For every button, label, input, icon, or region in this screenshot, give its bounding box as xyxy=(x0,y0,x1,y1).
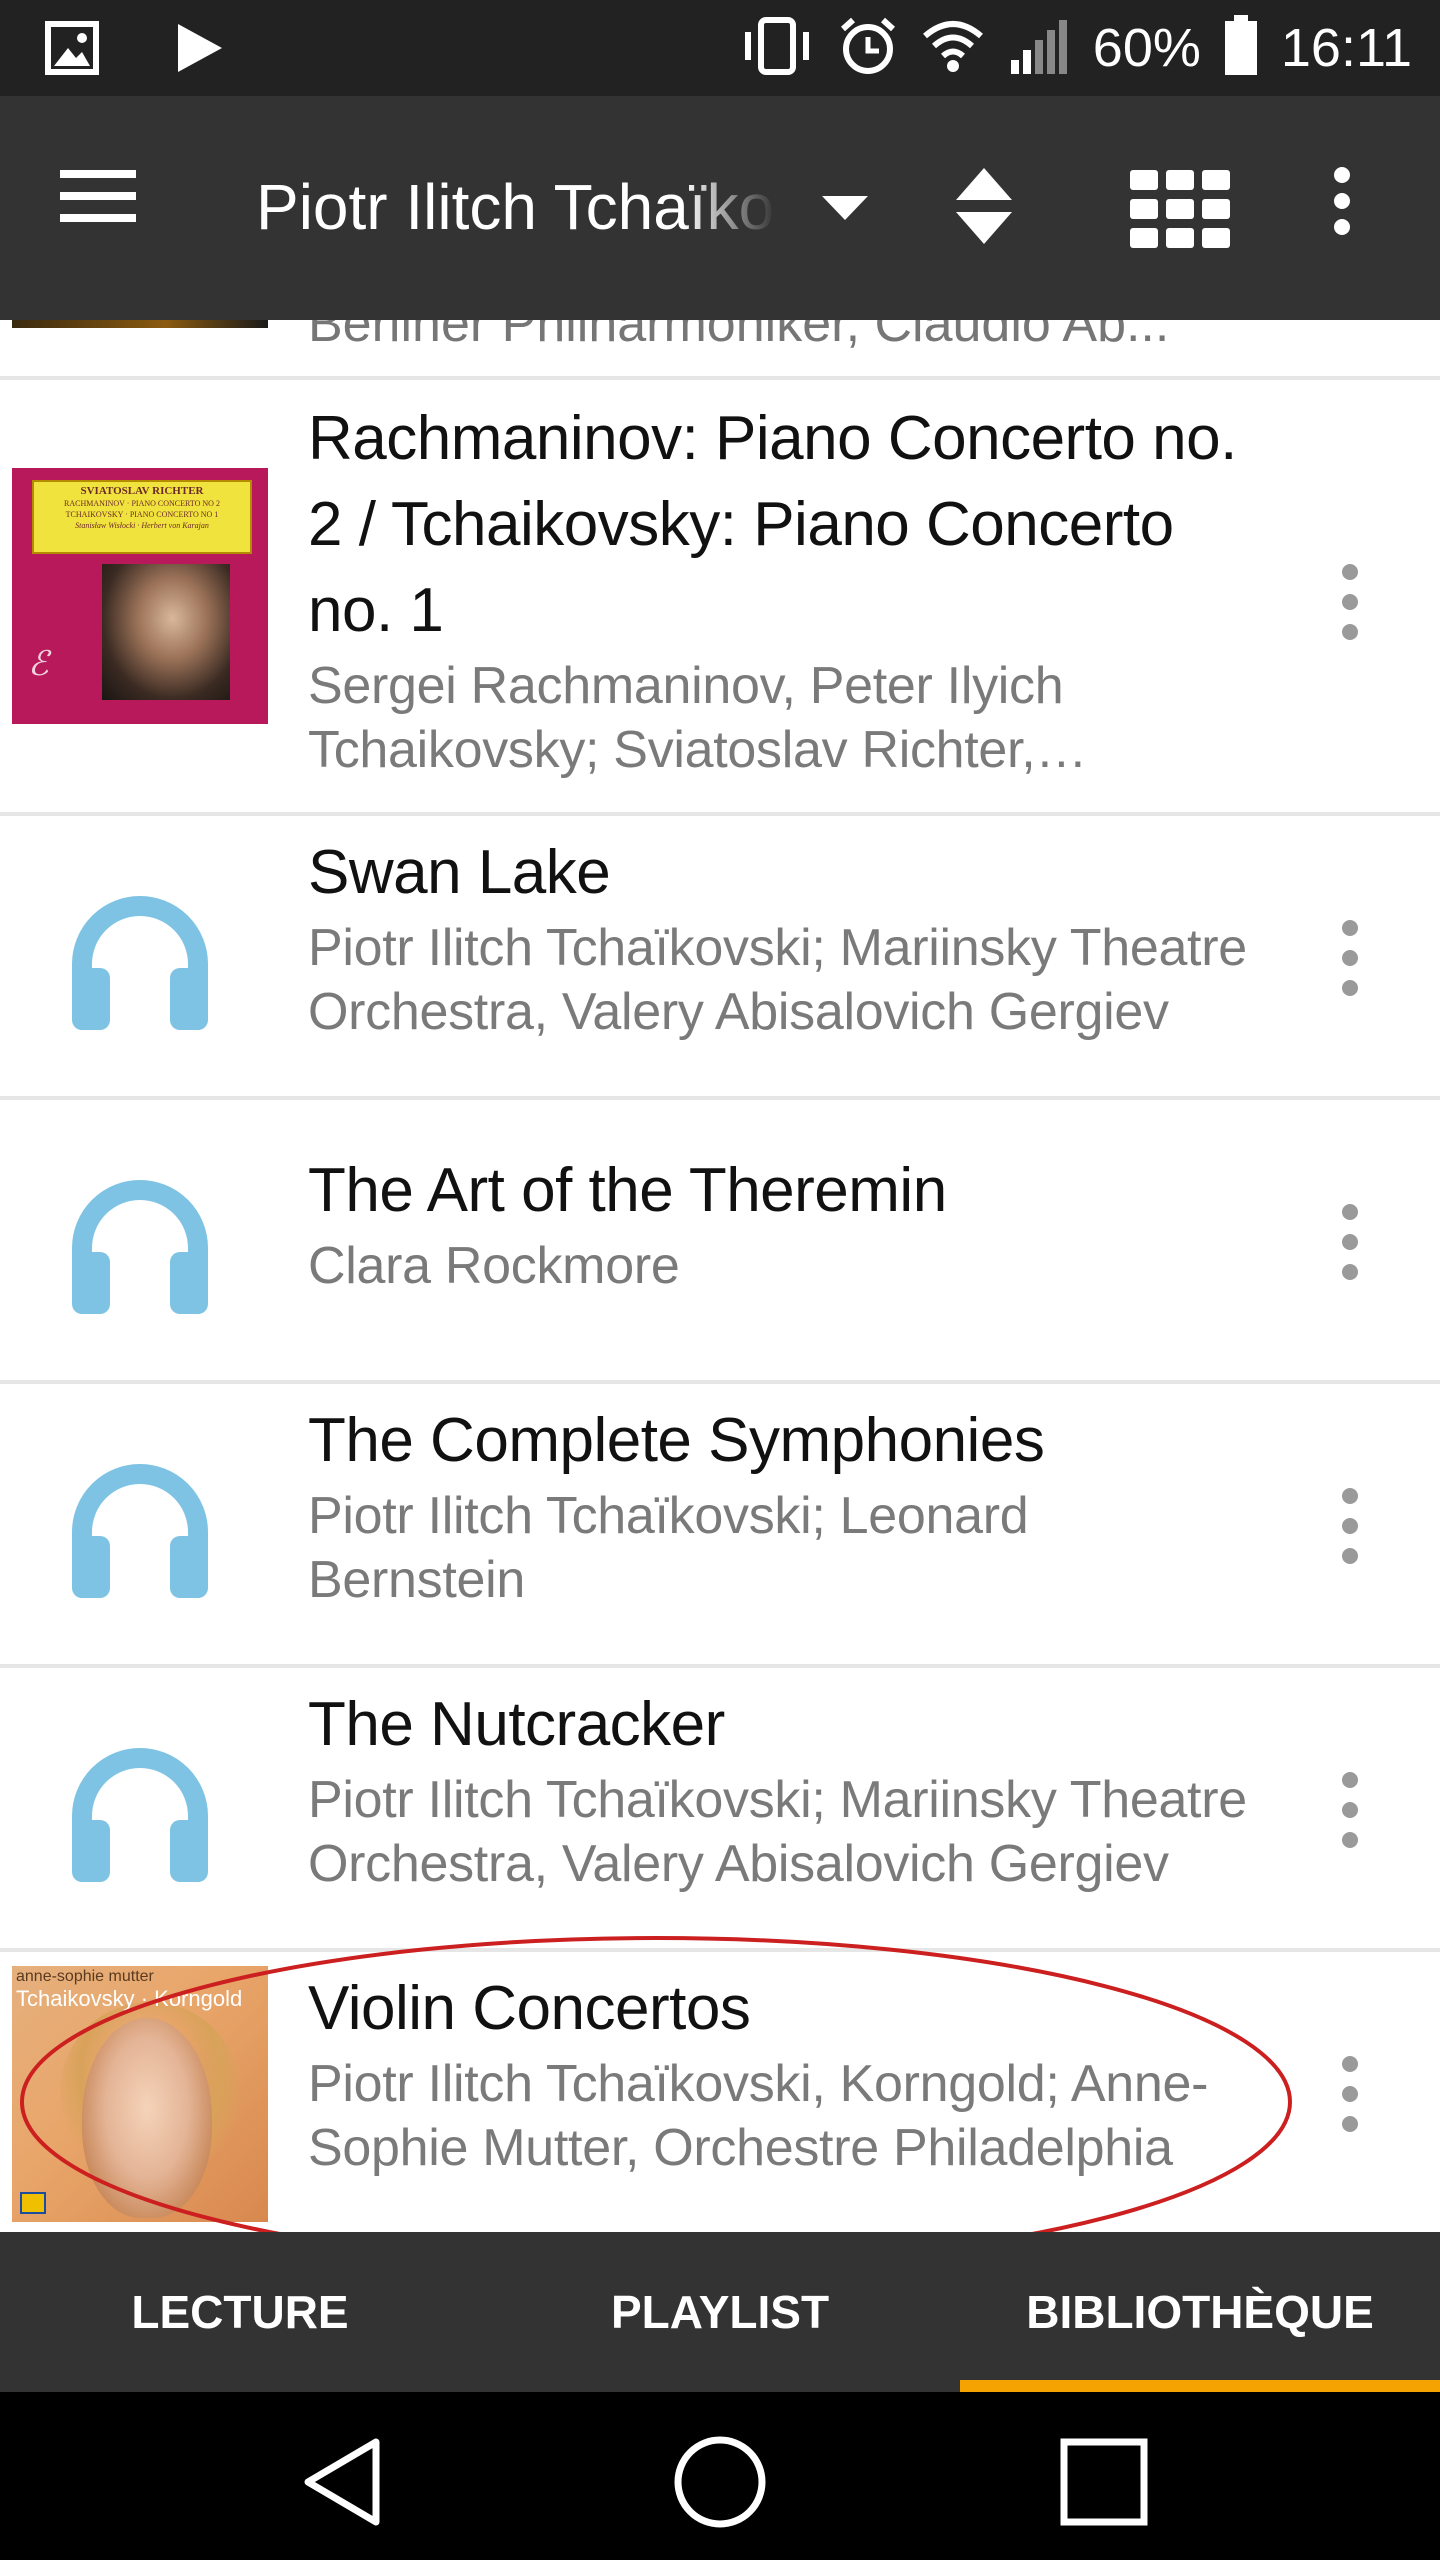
status-bar-left xyxy=(44,20,226,81)
signal-icon xyxy=(1007,16,1071,81)
list-item-partial[interactable]: Berliner Philharmoniker, Claudio Ab... xyxy=(0,320,1440,380)
album-cover-text: anne-sophie mutter xyxy=(16,1968,154,1985)
list-item-text: Swan Lake Piotr Ilitch Tchaïkovski; Mari… xyxy=(308,830,1254,1044)
dropdown-icon[interactable] xyxy=(820,194,870,227)
headphones-icon xyxy=(60,1446,220,1606)
album-cover-text: SVIATOSLAV RICHTER xyxy=(80,485,204,497)
menu-icon[interactable] xyxy=(60,166,160,250)
list-item-text: The Art of the Theremin Clara Rockmore xyxy=(308,1148,1254,1298)
headphones-icon xyxy=(60,1730,220,1890)
list-item-text: The Complete Symphonies Piotr Ilitch Tch… xyxy=(308,1398,1254,1612)
tab-playlist[interactable]: PLAYLIST xyxy=(480,2232,960,2392)
sort-icon[interactable] xyxy=(954,166,1034,250)
list-item[interactable]: The Nutcracker Piotr Ilitch Tchaïkovski;… xyxy=(0,1668,1440,1952)
status-bar: 60% 16:11 xyxy=(0,0,1440,96)
list-item-subtitle: Berliner Philharmoniker, Claudio Ab... xyxy=(308,320,1170,353)
page-title: Piotr Ilitch Tchaïkovski xyxy=(256,171,776,243)
item-menu-icon[interactable] xyxy=(1332,1488,1368,1588)
list-item-text: Violin Concertos Piotr Ilitch Tchaïkovsk… xyxy=(308,1966,1254,2180)
list-item[interactable]: The Complete Symphonies Piotr Ilitch Tch… xyxy=(0,1384,1440,1668)
list-item-subtitle: Clara Rockmore xyxy=(308,1237,680,1295)
album-cover-text: TCHAIKOVSKY · PIANO CONCERTO NO 1 xyxy=(65,510,219,519)
album-list[interactable]: Berliner Philharmoniker, Claudio Ab... S… xyxy=(0,320,1440,2232)
item-menu-icon[interactable] xyxy=(1332,2056,1368,2156)
recents-icon[interactable] xyxy=(1054,2432,1154,2532)
list-item-title: Swan Lake xyxy=(308,838,611,907)
label-logo xyxy=(20,2192,46,2214)
bottom-tab-bar: LECTURE PLAYLIST BIBLIOTHÈQUE xyxy=(0,2232,1440,2392)
wifi-icon xyxy=(921,18,985,79)
clock: 16:11 xyxy=(1280,18,1412,78)
headphones-icon xyxy=(60,1162,220,1322)
list-item-subtitle: Piotr Ilitch Tchaïkovski; Mariinsky Thea… xyxy=(308,1771,1247,1893)
list-item-title: The Nutcracker xyxy=(308,1690,725,1759)
system-navigation-bar xyxy=(0,2392,1440,2560)
list-item-title: The Complete Symphonies xyxy=(308,1406,1045,1475)
signature-mark: ℰ xyxy=(28,646,49,683)
back-icon[interactable] xyxy=(294,2432,394,2532)
list-item[interactable]: Swan Lake Piotr Ilitch Tchaïkovski; Mari… xyxy=(0,816,1440,1100)
album-cover-label: SVIATOSLAV RICHTER RACHMANINOV · PIANO C… xyxy=(32,480,252,554)
album-cover-portrait xyxy=(82,2018,212,2218)
play-icon xyxy=(170,20,226,81)
list-item-text: The Nutcracker Piotr Ilitch Tchaïkovski;… xyxy=(308,1682,1254,1896)
battery-percent: 60% xyxy=(1092,18,1201,78)
item-menu-icon[interactable] xyxy=(1332,1772,1368,1872)
item-menu-icon[interactable] xyxy=(1332,564,1368,664)
list-item-text: Rachmaninov: Piano Concerto no. 2 / Tcha… xyxy=(308,396,1254,782)
list-item-title: The Art of the Theremin xyxy=(308,1156,947,1225)
grid-icon[interactable] xyxy=(1130,170,1234,248)
overflow-menu-icon[interactable] xyxy=(1330,166,1370,250)
status-bar-right: 60% 16:11 xyxy=(739,0,1412,96)
album-cover: SVIATOSLAV RICHTER RACHMANINOV · PIANO C… xyxy=(12,468,268,724)
vibrate-icon xyxy=(739,16,815,81)
list-item-title: Rachmaninov: Piano Concerto no. 2 / Tcha… xyxy=(308,404,1237,645)
tab-lecture[interactable]: LECTURE xyxy=(0,2232,480,2392)
battery-icon xyxy=(1223,14,1259,82)
app-bar: Piotr Ilitch Tchaïkovski xyxy=(0,96,1440,320)
list-item[interactable]: SVIATOSLAV RICHTER RACHMANINOV · PIANO C… xyxy=(0,376,1440,816)
album-cover-photo xyxy=(102,564,230,700)
headphones-icon xyxy=(60,878,220,1038)
list-item[interactable]: anne-sophie mutter Tchaikovsky · Korngol… xyxy=(0,1952,1440,2232)
item-menu-icon[interactable] xyxy=(1332,1204,1368,1304)
active-tab-indicator xyxy=(960,2380,1440,2392)
tab-bibliotheque[interactable]: BIBLIOTHÈQUE xyxy=(960,2232,1440,2392)
image-icon xyxy=(44,20,100,81)
list-item-title: Violin Concertos xyxy=(308,1974,751,2043)
album-cover-partial xyxy=(12,320,268,328)
list-item-subtitle: Piotr Ilitch Tchaïkovski; Leonard Bernst… xyxy=(308,1487,1029,1609)
album-cover-text: Stanisław Wisłocki · Herbert von Karajan xyxy=(75,521,209,530)
home-icon[interactable] xyxy=(670,2432,770,2532)
title-container[interactable]: Piotr Ilitch Tchaïkovski xyxy=(256,152,776,262)
alarm-icon xyxy=(837,15,899,82)
list-item-subtitle: Piotr Ilitch Tchaïkovski, Korngold; Anne… xyxy=(308,2055,1209,2177)
item-menu-icon[interactable] xyxy=(1332,920,1368,1020)
list-item-subtitle: Sergei Rachmaninov, Peter Ilyich Tchaiko… xyxy=(308,657,1064,779)
album-cover-text: Tchaikovsky · Korngold xyxy=(16,1986,243,2011)
list-item[interactable]: The Art of the Theremin Clara Rockmore xyxy=(0,1100,1440,1384)
list-item-subtitle: Piotr Ilitch Tchaïkovski; Mariinsky Thea… xyxy=(308,919,1247,1041)
album-cover-text: RACHMANINOV · PIANO CONCERTO NO 2 xyxy=(64,499,220,508)
album-cover: anne-sophie mutter Tchaikovsky · Korngol… xyxy=(12,1966,268,2222)
